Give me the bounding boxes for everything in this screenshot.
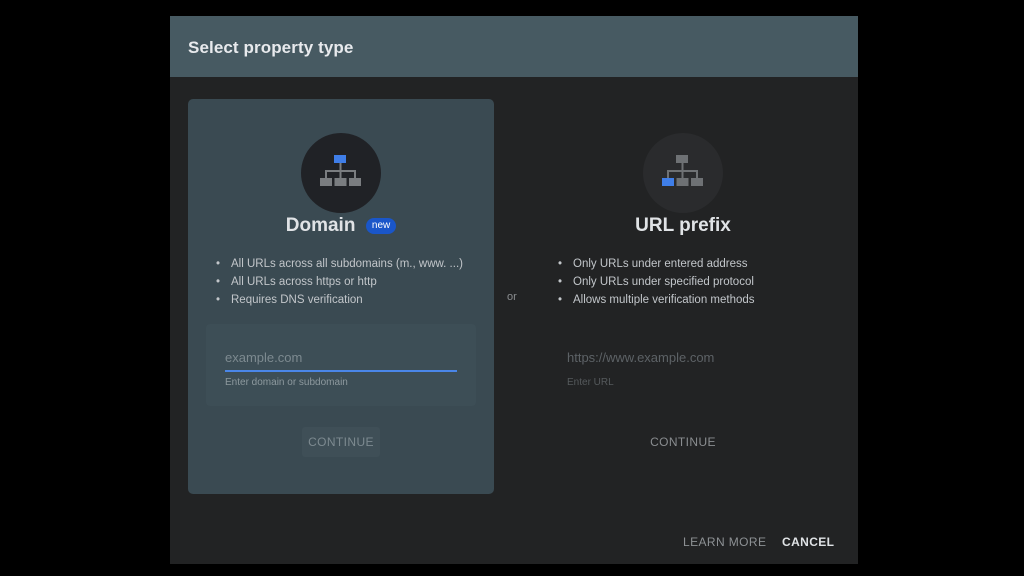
select-property-dialog: Select property type Domain new All URLs… bbox=[170, 16, 858, 564]
url-input-hint: Enter URL bbox=[567, 377, 614, 388]
domain-input[interactable] bbox=[225, 344, 457, 372]
domain-title-row: Domain new bbox=[188, 215, 494, 241]
url-icon-circle bbox=[643, 133, 723, 213]
learn-more-button[interactable]: LEARN MORE bbox=[681, 531, 768, 553]
sitemap-icon bbox=[320, 155, 361, 186]
list-item: Only URLs under entered address bbox=[558, 255, 755, 273]
url-prefix-card[interactable]: URL prefix Only URLs under entered addre… bbox=[530, 99, 836, 494]
domain-card[interactable]: Domain new All URLs across all subdomain… bbox=[188, 99, 494, 494]
cancel-button[interactable]: CANCEL bbox=[780, 531, 836, 553]
domain-input-hint: Enter domain or subdomain bbox=[225, 377, 348, 388]
url-continue-button[interactable]: CONTINUE bbox=[644, 427, 722, 457]
list-item: Only URLs under specified protocol bbox=[558, 273, 755, 291]
url-title-row: URL prefix bbox=[530, 215, 836, 241]
dialog-header: Select property type bbox=[170, 16, 858, 77]
list-item: Allows multiple verification methods bbox=[558, 291, 754, 309]
dialog-title: Select property type bbox=[188, 38, 354, 57]
list-item: Requires DNS verification bbox=[216, 291, 463, 309]
list-item: All URLs across all subdomains (m., www.… bbox=[216, 255, 463, 273]
url-input[interactable] bbox=[567, 344, 799, 370]
url-field-box: Enter URL bbox=[548, 324, 818, 406]
domain-title: Domain bbox=[285, 215, 356, 236]
or-separator: or bbox=[507, 291, 517, 303]
new-badge: new bbox=[365, 218, 397, 234]
domain-feature-list: All URLs across all subdomains (m., www.… bbox=[216, 255, 463, 309]
url-prefix-title: URL prefix bbox=[635, 215, 731, 236]
sitemap-icon bbox=[662, 155, 703, 186]
domain-icon-circle bbox=[301, 133, 381, 213]
list-item: All URLs across https or http bbox=[216, 273, 463, 291]
url-feature-list: Only URLs under entered address Only URL… bbox=[558, 255, 755, 309]
domain-field-box: Enter domain or subdomain bbox=[206, 324, 476, 406]
domain-continue-button[interactable]: CONTINUE bbox=[302, 427, 380, 457]
